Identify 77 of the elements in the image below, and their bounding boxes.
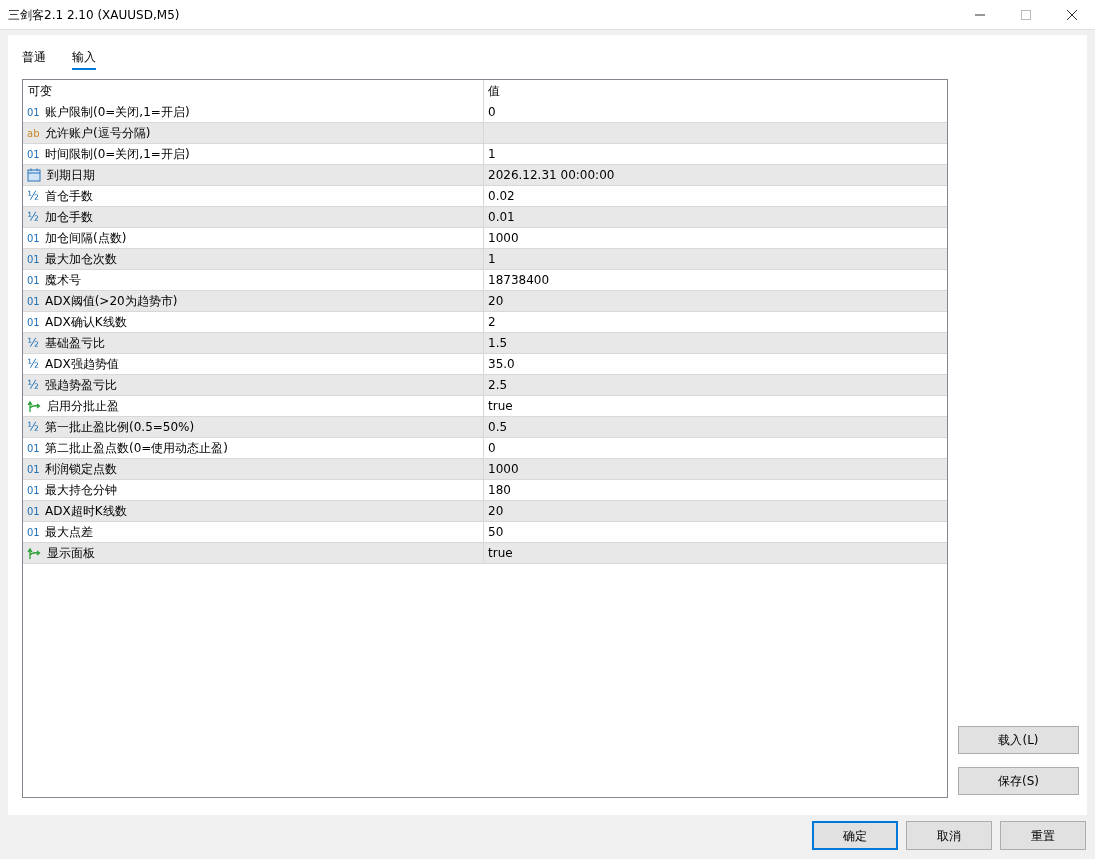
parameter-name: 启用分批止盈 bbox=[47, 398, 119, 415]
save-button[interactable]: 保存(S) bbox=[958, 767, 1079, 795]
parameter-name: 到期日期 bbox=[47, 167, 95, 184]
integer-icon: 01 bbox=[27, 524, 39, 540]
parameter-name: 魔术号 bbox=[45, 272, 81, 289]
parameter-value[interactable]: 0.02 bbox=[488, 187, 515, 205]
parameter-value[interactable]: 35.0 bbox=[488, 355, 515, 373]
parameter-name: 加仓手数 bbox=[45, 209, 93, 226]
integer-icon: 01 bbox=[27, 482, 39, 498]
tab[interactable]: 普通 bbox=[22, 46, 46, 70]
parameter-name: 第一批止盈比例(0.5=50%) bbox=[45, 419, 195, 436]
load-button[interactable]: 载入(L) bbox=[958, 726, 1079, 754]
branch-arrow-icon bbox=[27, 399, 41, 413]
column-header[interactable]: 可变 bbox=[28, 82, 52, 100]
fraction-icon: ½ bbox=[27, 334, 39, 352]
parameter-name: 最大加仓次数 bbox=[45, 251, 117, 268]
integer-icon: 01 bbox=[27, 440, 39, 456]
parameter-value[interactable]: 50 bbox=[488, 523, 504, 541]
fraction-icon: ½ bbox=[27, 187, 39, 205]
integer-icon: 01 bbox=[27, 251, 39, 267]
parameter-value[interactable]: 1.5 bbox=[488, 334, 508, 352]
parameter-value[interactable]: 180 bbox=[488, 481, 511, 499]
integer-icon: 01 bbox=[27, 314, 39, 330]
text-type-icon: ab bbox=[27, 125, 39, 141]
parameter-name: 最大点差 bbox=[45, 524, 93, 541]
window-title: 三剑客2.1 2.10 (XAUUSD,M5) bbox=[8, 6, 181, 24]
parameter-value[interactable]: 2 bbox=[488, 313, 496, 331]
ok-button[interactable]: 确定 bbox=[812, 821, 898, 850]
parameter-name: 加仓间隔(点数) bbox=[45, 230, 127, 247]
parameter-name: 强趋势盈亏比 bbox=[45, 377, 117, 394]
maximize-icon bbox=[1021, 9, 1031, 20]
parameter-value[interactable]: true bbox=[488, 544, 513, 562]
parameter-value[interactable]: 0 bbox=[488, 103, 496, 121]
fraction-icon: ½ bbox=[27, 418, 39, 436]
parameter-value[interactable]: 0.01 bbox=[488, 208, 515, 226]
close-icon bbox=[1067, 9, 1077, 20]
parameter-name: 账户限制(0=关闭,1=开启) bbox=[45, 104, 190, 121]
parameter-name: 最大持仓分钟 bbox=[45, 482, 117, 499]
calendar-icon bbox=[27, 168, 41, 182]
fraction-icon: ½ bbox=[27, 208, 39, 226]
parameter-name: 利润锁定点数 bbox=[45, 461, 117, 478]
parameter-value[interactable]: 20 bbox=[488, 502, 504, 520]
fraction-icon: ½ bbox=[27, 355, 39, 373]
parameter-value[interactable]: 20 bbox=[488, 292, 504, 310]
parameter-value[interactable]: 18738400 bbox=[488, 271, 550, 289]
cancel-button[interactable]: 取消 bbox=[906, 821, 992, 850]
integer-icon: 01 bbox=[27, 230, 39, 246]
parameter-name: ADX确认K线数 bbox=[45, 314, 127, 331]
reset-button[interactable]: 重置 bbox=[1000, 821, 1086, 850]
integer-icon: 01 bbox=[27, 104, 39, 120]
integer-icon: 01 bbox=[27, 293, 39, 309]
parameter-name: ADX超时K线数 bbox=[45, 503, 127, 520]
integer-icon: 01 bbox=[27, 503, 39, 519]
parameter-name: ADX阈值(>20为趋势市) bbox=[45, 293, 178, 310]
parameter-value[interactable]: 2.5 bbox=[488, 376, 508, 394]
parameter-name: 基础盈亏比 bbox=[45, 335, 105, 352]
parameter-value[interactable]: 1 bbox=[488, 145, 496, 163]
parameter-value[interactable]: 1 bbox=[488, 250, 496, 268]
parameter-name: 显示面板 bbox=[47, 545, 95, 562]
tab[interactable]: 输入 bbox=[72, 46, 96, 70]
parameter-name: 允许账户(逗号分隔) bbox=[45, 125, 151, 142]
parameter-value[interactable]: 0 bbox=[488, 439, 496, 457]
parameter-name: 首仓手数 bbox=[45, 188, 93, 205]
column-header[interactable]: 值 bbox=[488, 82, 500, 100]
parameter-name: 第二批止盈点数(0=使用动态止盈) bbox=[45, 440, 229, 457]
integer-icon: 01 bbox=[27, 146, 39, 162]
parameter-value[interactable]: 1000 bbox=[488, 460, 519, 478]
parameter-value[interactable]: 1000 bbox=[488, 229, 519, 247]
parameter-value[interactable]: 2026.12.31 00:00:00 bbox=[488, 166, 615, 184]
integer-icon: 01 bbox=[27, 272, 39, 288]
branch-arrow-icon bbox=[27, 546, 41, 560]
fraction-icon: ½ bbox=[27, 376, 39, 394]
integer-icon: 01 bbox=[27, 461, 39, 477]
parameter-name: ADX强趋势值 bbox=[45, 356, 119, 373]
parameter-value[interactable]: 0.5 bbox=[488, 418, 508, 436]
parameter-name: 时间限制(0=关闭,1=开启) bbox=[45, 146, 190, 163]
parameter-value[interactable]: true bbox=[488, 397, 513, 415]
